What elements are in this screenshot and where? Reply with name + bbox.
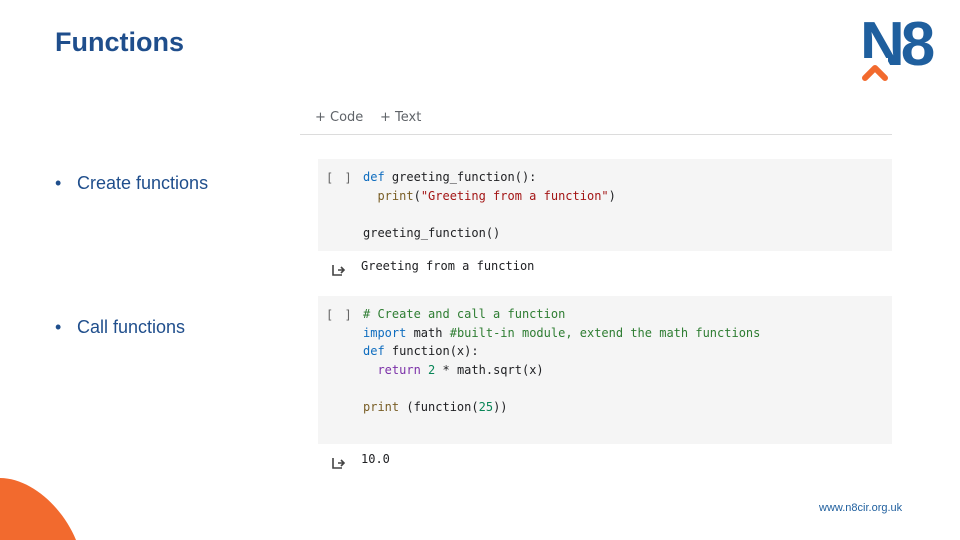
code-editor[interactable]: # Create and call a function import math…	[363, 305, 760, 416]
code-line: def greeting_function():	[363, 170, 537, 184]
notebook-toolbar: + Code + Text	[300, 108, 892, 135]
code-editor[interactable]: def greeting_function(): print("Greeting…	[363, 168, 616, 242]
slide-title: Functions	[55, 27, 184, 57]
cell-output: Greeting from a function	[361, 259, 535, 273]
code-line: # Create and call a function	[363, 307, 566, 321]
code-line: import math #built-in module, extend the…	[363, 325, 761, 340]
add-text-button[interactable]: + Text	[380, 110, 421, 125]
bullet-create-functions: • Create functions	[55, 173, 208, 194]
output-arrow-icon	[332, 265, 346, 276]
run-cell-button[interactable]: [ ]	[326, 171, 354, 185]
bullet-dot: •	[55, 173, 62, 193]
corner-swoosh	[0, 478, 76, 540]
bullet-text: Call functions	[77, 317, 186, 337]
code-line: print (function(25))	[363, 399, 508, 414]
logo-chevron-icon	[862, 58, 888, 84]
code-line: def function(x):	[363, 344, 479, 358]
code-line: greeting_function()	[363, 225, 501, 240]
bullet-text: Create functions	[77, 173, 209, 193]
footer-url: www.n8cir.org.uk	[819, 502, 903, 514]
bullet-call-functions: • Call functions	[55, 317, 185, 338]
run-cell-button[interactable]: [ ]	[326, 308, 354, 322]
code-line: print("Greeting from a function")	[377, 188, 616, 203]
code-cell-1[interactable]: [ ] def greeting_function(): print("Gree…	[318, 159, 892, 251]
bullet-dot: •	[55, 317, 62, 337]
cell-output: 10.0	[361, 452, 390, 466]
add-code-button[interactable]: + Code	[315, 110, 363, 125]
n8-logo: N8	[860, 10, 946, 84]
output-arrow-icon	[332, 458, 346, 469]
code-cell-2[interactable]: [ ] # Create and call a function import …	[318, 296, 892, 444]
code-line: return 2 * math.sqrt(x)	[377, 362, 544, 377]
